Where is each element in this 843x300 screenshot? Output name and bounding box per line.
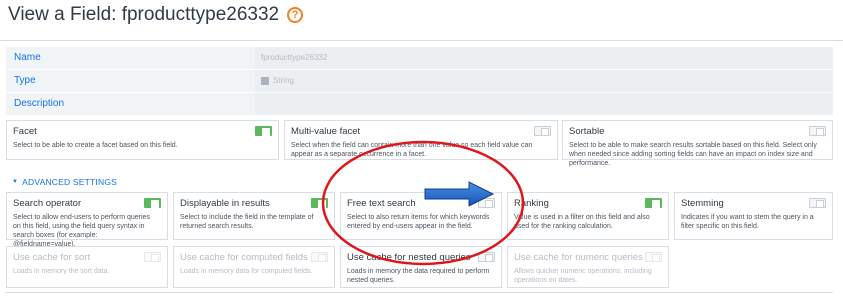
page-title-text: View a Field: fproducttype26332	[8, 4, 280, 25]
option-card-search-operator: Search operator Select to allow end-user…	[6, 192, 168, 248]
option-title: Ranking	[514, 198, 549, 209]
property-value: fproducttype26332	[255, 47, 833, 69]
stemming-toggle[interactable]	[809, 198, 826, 208]
option-description: Indicates if you want to stem the query …	[681, 214, 814, 230]
option-card-sortable: Sortable Select to be able to make searc…	[562, 120, 833, 167]
option-card-ranking: Ranking Value is used in a filter on thi…	[507, 192, 669, 240]
property-row-description: Description	[6, 93, 833, 115]
option-title: Search operator	[13, 198, 82, 209]
option-description: Select to be able to make search results…	[569, 142, 817, 167]
option-description: Allows quicker numeric operations, inclu…	[514, 268, 652, 284]
option-card-cache-sort: Use cache for sort Loads in memory the s…	[6, 246, 168, 288]
option-title: Sortable	[569, 126, 605, 137]
facet-toggle[interactable]	[255, 126, 272, 136]
option-title: Facet	[13, 126, 37, 137]
advanced-settings-toggle[interactable]: ▼ ADVANCED SETTINGS	[12, 177, 117, 187]
cache-sort-toggle[interactable]	[144, 252, 161, 262]
option-card-displayable-in-results: Displayable in results Select to include…	[173, 192, 335, 240]
option-description: Loads in memory the sort data.	[13, 268, 110, 275]
option-description: Value is used in a filter on this field …	[514, 214, 650, 230]
field-properties-table: Name fproducttype26332 Type String Descr…	[6, 47, 833, 116]
sortable-toggle[interactable]	[809, 126, 826, 136]
option-description: Select to allow end-users to perform que…	[13, 214, 150, 248]
option-card-cache-numeric-queries: Use cache for numeric queries Allows qui…	[507, 246, 669, 288]
option-title: Multi-value facet	[291, 126, 361, 137]
property-label: Description	[6, 93, 255, 115]
search-operator-toggle[interactable]	[144, 198, 161, 208]
option-title: Use cache for sort	[13, 252, 91, 263]
property-value-text: fproducttype26332	[261, 53, 328, 62]
option-description: Loads in memory data for computed fields…	[180, 268, 313, 275]
multi-value-facet-toggle[interactable]	[534, 126, 551, 136]
property-row-type: Type String	[6, 70, 833, 92]
property-value-text: String	[273, 76, 294, 85]
option-card-stemming: Stemming Indicates if you want to stem t…	[674, 192, 833, 240]
option-description: Select to be able to create a facet base…	[13, 142, 178, 149]
option-title: Displayable in results	[180, 198, 270, 209]
property-label: Type	[6, 70, 255, 92]
property-value	[255, 93, 833, 115]
bottom-divider	[6, 292, 833, 293]
title-divider	[0, 40, 843, 41]
annotation-arrow-icon	[424, 181, 495, 207]
cache-numeric-queries-toggle[interactable]	[645, 252, 662, 262]
option-card-facet: Facet Select to be able to create a face…	[6, 120, 279, 160]
property-value: String	[255, 70, 833, 92]
page-title: View a Field: fproducttype26332 ?	[8, 4, 304, 26]
chevron-down-icon: ▼	[12, 179, 19, 185]
property-label: Name	[6, 47, 255, 69]
advanced-settings-label: ADVANCED SETTINGS	[22, 177, 118, 187]
option-title: Stemming	[681, 198, 724, 209]
property-row-name: Name fproducttype26332	[6, 47, 833, 69]
option-title: Use cache for computed fields	[180, 252, 308, 263]
help-icon[interactable]: ?	[287, 7, 304, 23]
option-title: Use cache for numeric queries	[514, 252, 643, 263]
ranking-toggle[interactable]	[645, 198, 662, 208]
option-description: Select to include the field in the templ…	[180, 214, 314, 230]
option-card-cache-computed-fields: Use cache for computed fields Loads in m…	[173, 246, 335, 288]
string-type-icon	[261, 77, 269, 85]
option-description: Loads in memory the data required to per…	[347, 268, 490, 284]
